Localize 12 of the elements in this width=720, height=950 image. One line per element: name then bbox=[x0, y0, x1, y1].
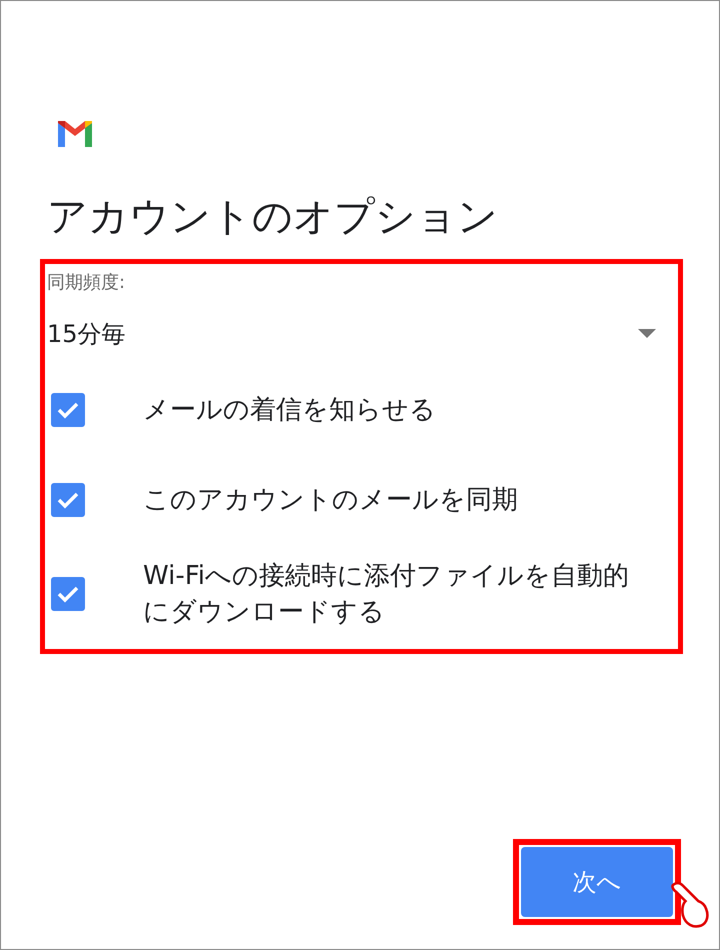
option-label: メールの着信を知らせる bbox=[143, 394, 436, 427]
pointing-hand-icon bbox=[670, 879, 710, 931]
field-label: 同期頻度: bbox=[47, 271, 126, 294]
frequency-dropdown[interactable]: 15分毎 bbox=[47, 318, 656, 350]
checkbox[interactable] bbox=[51, 483, 85, 517]
option-label: このアカウントのメールを同期 bbox=[143, 484, 518, 517]
screen-title: アカウントのオプション bbox=[47, 193, 499, 241]
checkbox[interactable] bbox=[51, 577, 85, 612]
option-label: Wi-Fiへの接続時に添付ファイルを自動的にダウンロードする bbox=[143, 560, 630, 630]
next-button[interactable]: 次へ bbox=[521, 847, 673, 917]
checkbox[interactable] bbox=[51, 393, 85, 427]
dropdown-arrow-icon bbox=[638, 329, 656, 339]
